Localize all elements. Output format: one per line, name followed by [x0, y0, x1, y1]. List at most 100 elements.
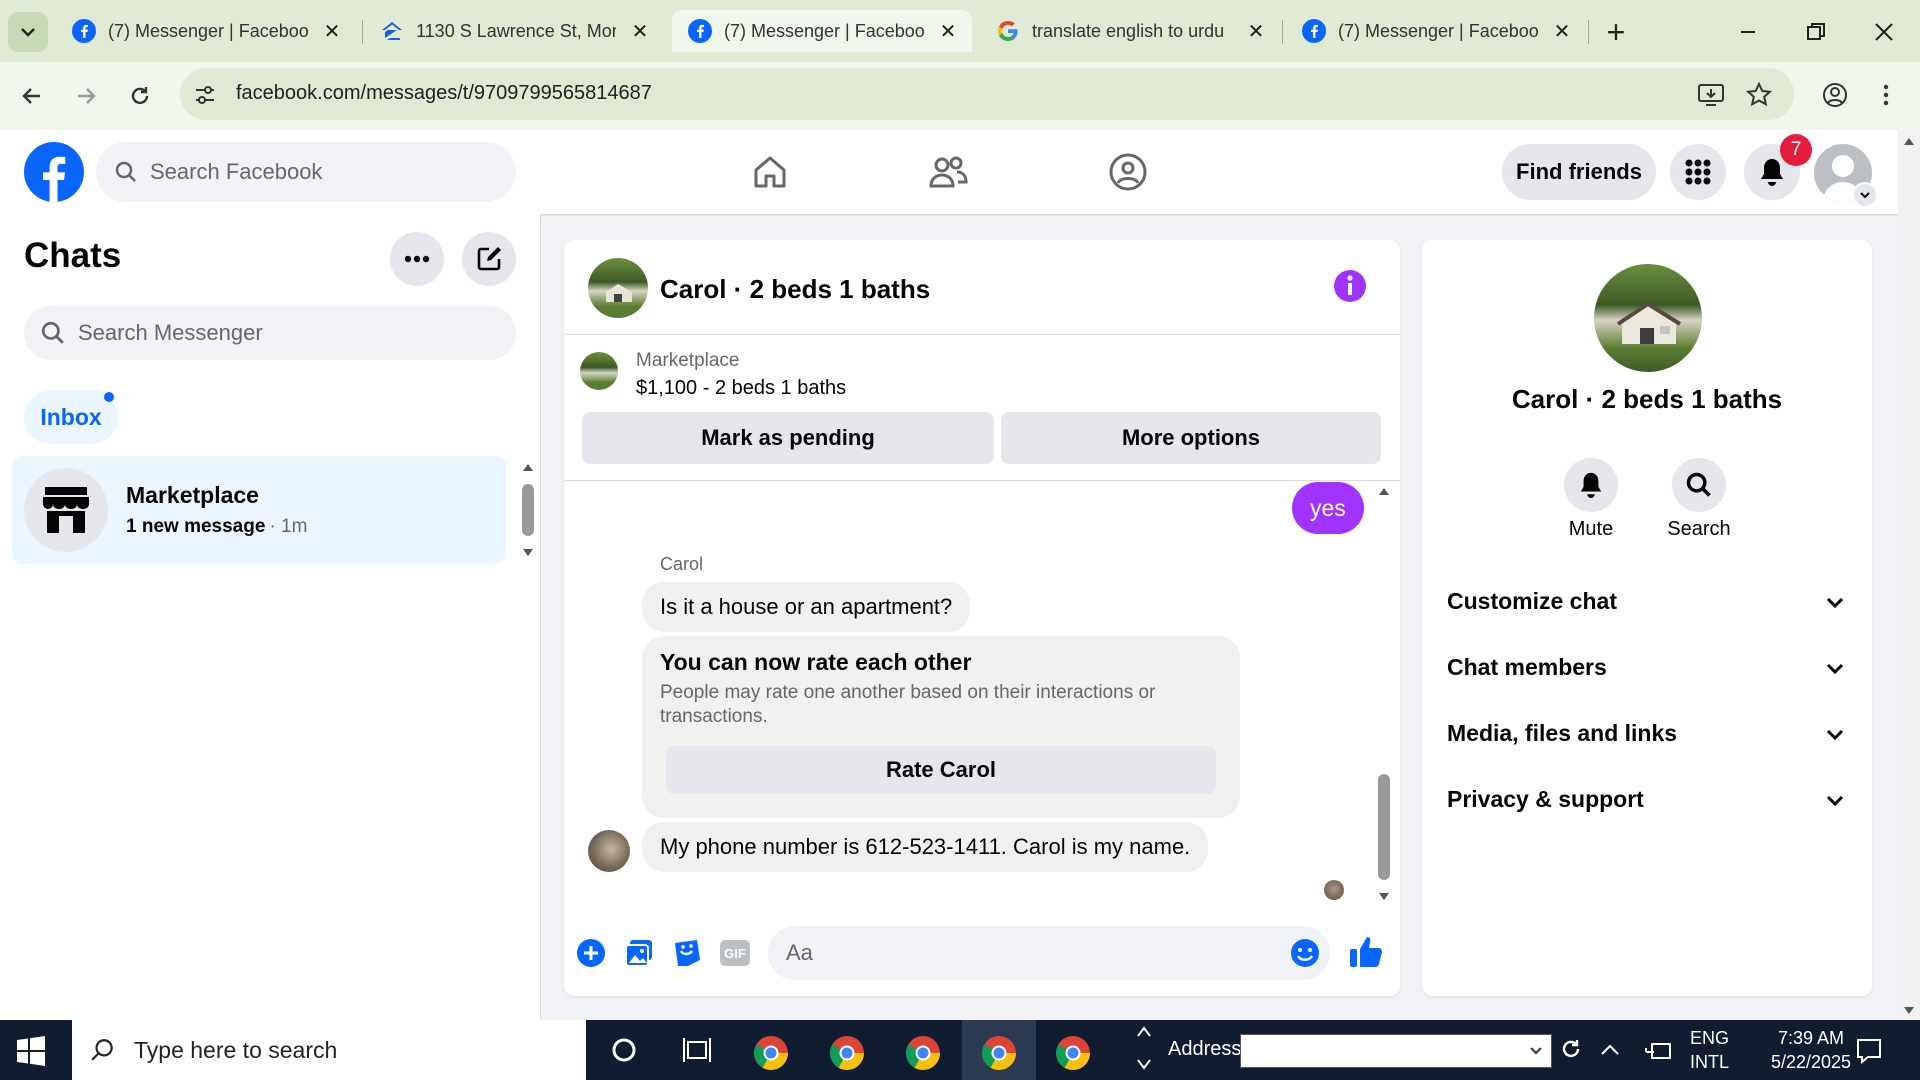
new-tab-button[interactable]: +	[1598, 14, 1634, 50]
conversation-title[interactable]: Carol · 2 beds 1 baths	[660, 274, 930, 305]
incoming-message-bubble[interactable]: Is it a house or an apartment?	[642, 582, 971, 632]
bell-icon	[1761, 159, 1783, 186]
messenger-search-field[interactable]: Search Messenger	[24, 306, 516, 360]
close-tab-icon[interactable]: ✕	[320, 19, 344, 43]
scroll-up-icon	[523, 464, 533, 471]
scroll-thumb[interactable]	[1378, 774, 1390, 880]
address-toolbar-scroll[interactable]	[1136, 1024, 1152, 1076]
taskbar-search-box[interactable]: Type here to search	[72, 1020, 586, 1080]
close-tab-icon[interactable]: ✕	[628, 19, 652, 43]
forward-button[interactable]	[68, 78, 104, 114]
chevron-down-icon[interactable]	[1824, 789, 1846, 811]
install-app-icon[interactable]	[1696, 80, 1726, 110]
mute-button[interactable]	[1564, 458, 1618, 512]
chat-list-scrollbar[interactable]	[518, 460, 538, 560]
section-customize-chat[interactable]: Customize chat	[1447, 588, 1617, 615]
browser-tab-3-active[interactable]: (7) Messenger | Facebook ✕	[672, 10, 972, 52]
taskbar-chrome-3[interactable]	[904, 1034, 942, 1072]
browser-tab-1[interactable]: (7) Messenger | Facebook ✕	[56, 10, 356, 52]
site-info-icon[interactable]	[192, 82, 218, 108]
account-chevron-icon[interactable]	[1852, 182, 1878, 208]
taskbar-chrome-5[interactable]	[1054, 1034, 1092, 1072]
task-view-button[interactable]	[682, 1036, 712, 1064]
bookmark-star-icon[interactable]	[1744, 80, 1774, 110]
photo-icon	[625, 940, 652, 967]
like-button[interactable]	[1348, 934, 1384, 970]
conversation-avatar[interactable]	[588, 258, 648, 318]
more-actions-button[interactable]	[576, 938, 606, 968]
nav-home[interactable]	[720, 144, 820, 200]
gif-button[interactable]: GIF	[720, 940, 750, 966]
listing-thumbnail[interactable]	[580, 352, 618, 390]
new-message-button[interactable]	[462, 232, 516, 286]
chevron-down-icon[interactable]	[1529, 1045, 1543, 1057]
mark-as-pending-button[interactable]: Mark as pending	[582, 412, 994, 464]
show-hidden-icons-button[interactable]	[1598, 1038, 1622, 1062]
clock[interactable]: 7:39 AM 5/22/2025	[1756, 1026, 1866, 1074]
back-button[interactable]	[14, 78, 50, 114]
taskbar-chrome-1[interactable]	[752, 1034, 790, 1072]
incoming-message-bubble[interactable]: My phone number is 612-523-1411. Carol i…	[642, 822, 1209, 872]
section-privacy-support[interactable]: Privacy & support	[1447, 786, 1644, 813]
messenger-search-placeholder: Search Messenger	[78, 320, 263, 345]
search-label: Search	[1667, 518, 1731, 540]
scroll-up-icon	[1904, 138, 1914, 145]
language-indicator[interactable]: ENG INTL	[1690, 1026, 1729, 1074]
chat-options-button[interactable]	[390, 232, 444, 286]
emoji-button[interactable]	[1290, 938, 1320, 968]
tab-search-button[interactable]	[8, 12, 48, 52]
details-avatar[interactable]	[1594, 264, 1702, 372]
scroll-thumb[interactable]	[522, 484, 534, 536]
more-options-button[interactable]: More options	[1001, 412, 1381, 464]
chevron-down-icon[interactable]	[1824, 657, 1846, 679]
profile-icon[interactable]	[1820, 80, 1850, 110]
close-tab-icon[interactable]: ✕	[1550, 19, 1574, 43]
close-tab-icon[interactable]: ✕	[936, 19, 960, 43]
close-window-button[interactable]	[1862, 14, 1906, 50]
more-horizontal-icon	[404, 255, 430, 263]
address-toolbar-input[interactable]	[1240, 1034, 1552, 1068]
browser-tab-2[interactable]: 1130 S Lawrence St, Mon ✕	[364, 10, 664, 52]
nav-friends[interactable]	[898, 144, 998, 200]
scroll-down-icon	[1137, 1059, 1151, 1070]
minimize-button[interactable]	[1726, 14, 1770, 50]
listing-price-title[interactable]: $1,100 - 2 beds 1 baths	[636, 377, 846, 400]
sticker-button[interactable]	[672, 938, 702, 968]
section-chat-members[interactable]: Chat members	[1447, 654, 1607, 681]
browser-tab-4[interactable]: translate english to urdu ✕	[980, 10, 1280, 52]
listing-divider	[564, 480, 1400, 481]
page-scrollbar[interactable]	[1898, 130, 1920, 1020]
attach-photo-button[interactable]	[624, 938, 654, 968]
search-in-conversation-button[interactable]	[1672, 458, 1726, 512]
close-tab-icon[interactable]: ✕	[1244, 19, 1268, 43]
reload-button[interactable]	[122, 78, 158, 114]
menu-grid-button[interactable]	[1670, 144, 1726, 200]
find-friends-button[interactable]: Find friends	[1502, 144, 1656, 200]
browser-menu-icon[interactable]	[1876, 80, 1896, 110]
browser-tab-5[interactable]: (7) Messenger | Facebook ✕	[1286, 10, 1586, 52]
start-button[interactable]	[16, 1036, 50, 1066]
chevron-down-icon[interactable]	[1824, 591, 1846, 613]
chats-title: Chats	[24, 236, 122, 275]
chat-preview: 1 new message	[126, 516, 266, 537]
facebook-search-field[interactable]: Search Facebook	[96, 142, 516, 202]
address-go-button[interactable]	[1558, 1036, 1588, 1066]
friends-icon	[929, 156, 968, 188]
messages-scrollbar[interactable]	[1374, 484, 1394, 904]
rate-carol-button[interactable]: Rate Carol	[666, 746, 1216, 794]
facebook-logo-icon[interactable]	[24, 142, 84, 202]
chevron-down-icon[interactable]	[1824, 723, 1846, 745]
search-icon	[115, 161, 136, 182]
taskbar-chrome-4-active[interactable]	[980, 1034, 1018, 1072]
message-composer-input[interactable]: Aa	[768, 926, 1330, 980]
nav-groups[interactable]	[1078, 144, 1178, 200]
cortana-button[interactable]	[610, 1036, 638, 1064]
rating-card-title: You can now rate each other	[660, 649, 972, 675]
action-center-button[interactable]	[1854, 1036, 1884, 1066]
taskbar-chrome-2[interactable]	[828, 1034, 866, 1072]
outgoing-message-bubble[interactable]: yes	[1292, 482, 1364, 534]
section-media-files-links[interactable]: Media, files and links	[1447, 720, 1677, 747]
conversation-info-button[interactable]	[1334, 270, 1366, 302]
restore-button[interactable]	[1794, 14, 1838, 50]
network-status-icon[interactable]	[1644, 1038, 1672, 1062]
